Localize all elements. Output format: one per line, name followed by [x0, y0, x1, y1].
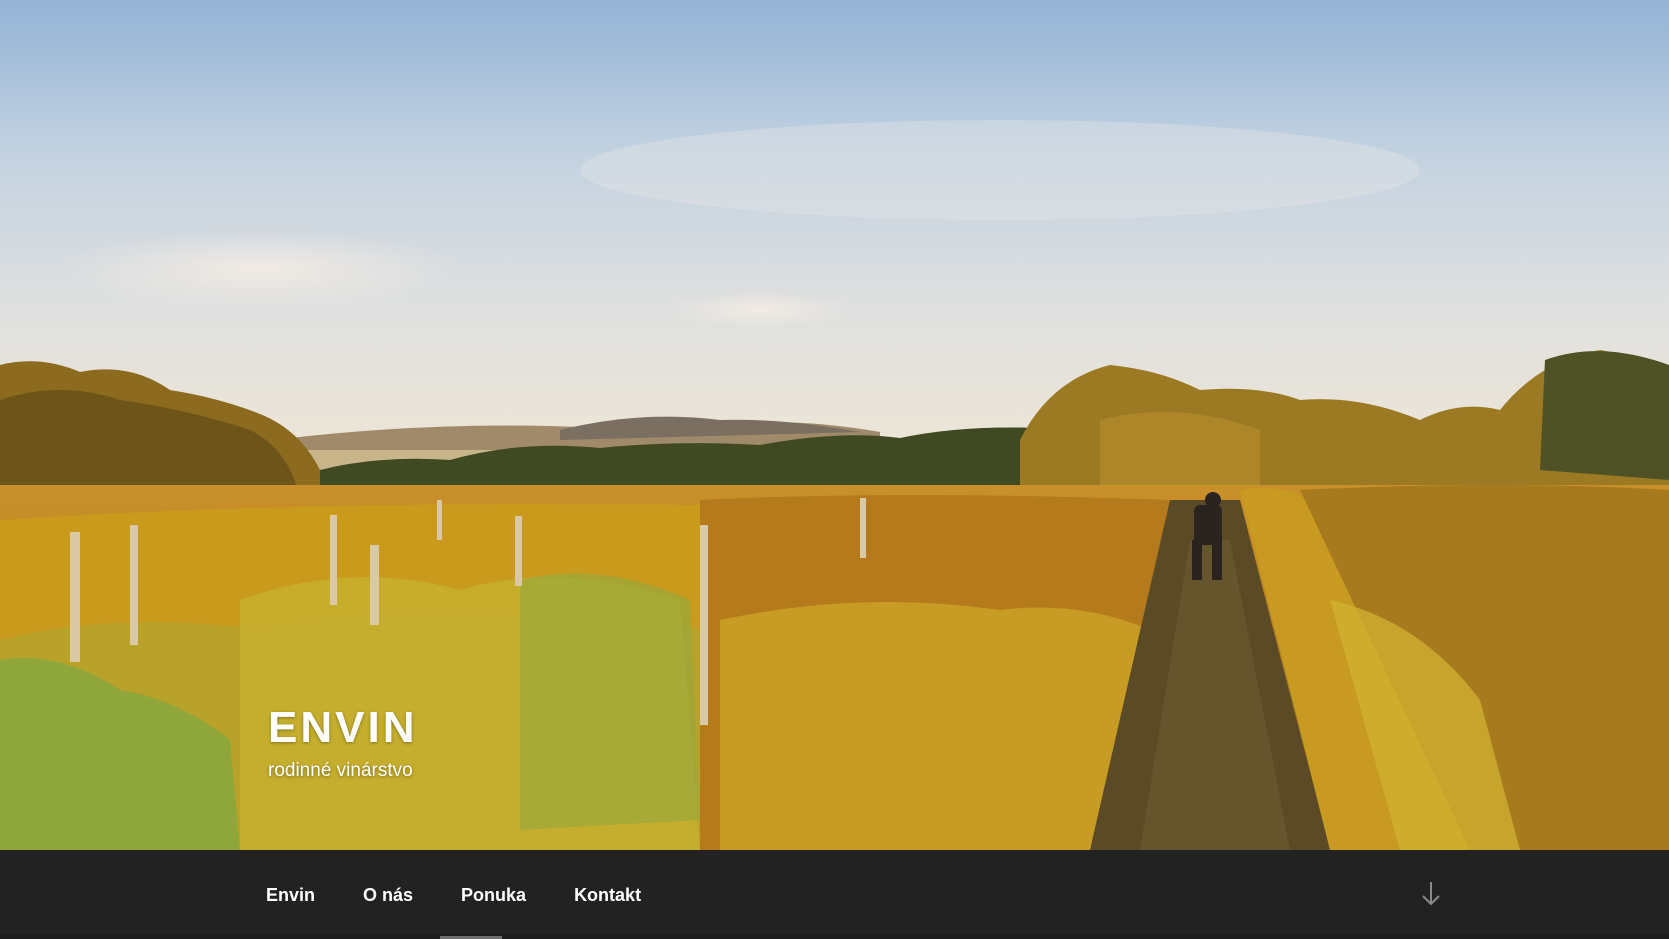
site-title[interactable]: ENVIN [268, 706, 417, 750]
site-branding: ENVIN rodinné vinárstvo [268, 706, 417, 782]
arrow-down-icon[interactable] [1418, 878, 1444, 908]
vineyard-photo [0, 0, 1669, 850]
nav-menu: Envin O nás Ponuka Kontakt [266, 850, 689, 939]
site-description: rodinné vinárstvo [268, 760, 413, 781]
nav-item-o-nas[interactable]: O nás [363, 886, 413, 904]
nav-item-ponuka[interactable]: Ponuka [461, 886, 526, 904]
bottom-divider [0, 934, 1669, 939]
nav-item-envin[interactable]: Envin [266, 886, 315, 904]
hero-header-image: ENVIN rodinné vinárstvo [0, 0, 1669, 850]
nav-item-kontakt[interactable]: Kontakt [574, 886, 641, 904]
